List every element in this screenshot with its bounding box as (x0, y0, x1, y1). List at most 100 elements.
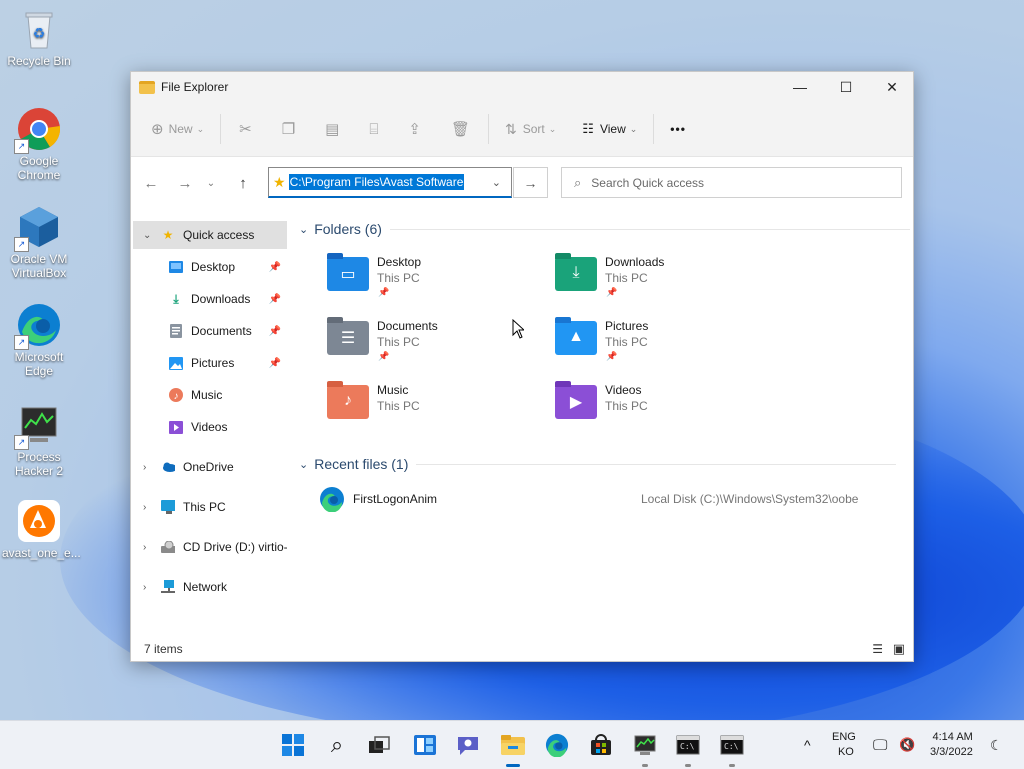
sidebar-item-this-pc[interactable]: › This PC (133, 493, 287, 521)
chevron-right-icon[interactable]: › (143, 542, 146, 553)
folder-tile-pictures[interactable]: ▲ Pictures This PC 📌 (547, 317, 767, 377)
search-input[interactable]: Search Quick access (591, 176, 704, 190)
recent-locations-button[interactable]: ⌄ (201, 178, 221, 189)
clock-time: 4:14 AM (932, 731, 973, 743)
file-explorer-window: File Explorer — ☐ ✕ ⊕ New ⌄ ✂ ❐ ▤ ⌸ ⇪ 🗑 … (130, 71, 914, 662)
sidebar-item-cd-drive[interactable]: › CD Drive (D:) virtio-win (133, 533, 287, 561)
taskbar-search-button[interactable]: ⌕ (321, 729, 353, 761)
pin-icon: 📌 (268, 357, 281, 369)
clipboard-icon: ▤ (325, 121, 340, 138)
desktop-icon-process-hacker[interactable]: ↗ Process Hacker 2 (2, 402, 76, 478)
input-method: KO (837, 746, 854, 758)
chat-button[interactable] (452, 729, 484, 761)
copy-button[interactable]: ❐ (282, 120, 295, 138)
volume-button[interactable]: 🔇 (899, 721, 915, 769)
details-view-icon[interactable]: ☰ (872, 642, 883, 656)
task-view-button[interactable] (363, 729, 395, 761)
widgets-button[interactable] (409, 729, 441, 761)
delete-button[interactable]: 🗑 (451, 120, 470, 138)
language-indicator[interactable]: ENG KO (832, 721, 856, 769)
sidebar-item-label: This PC (183, 500, 226, 514)
forward-button[interactable]: → (169, 175, 201, 192)
close-button[interactable]: ✕ (869, 72, 915, 102)
address-bar[interactable]: ★ C:\Program Files\Avast Software ⌄ (268, 167, 512, 198)
maximize-button[interactable]: ☐ (823, 72, 869, 102)
chevron-down-icon[interactable]: ⌄ (143, 230, 151, 241)
sort-button[interactable]: ⇅ Sort ⌄ (505, 121, 556, 138)
cut-button[interactable]: ✂ (239, 120, 252, 138)
recycle-bin-icon: ♻ (16, 6, 62, 52)
chevron-down-icon[interactable]: ⌄ (492, 176, 501, 189)
folder-location: This PC (605, 399, 648, 413)
sidebar-item-desktop[interactable]: Desktop 📌 (133, 253, 287, 281)
chevron-right-icon[interactable]: › (143, 582, 146, 593)
desktop-icon-virtualbox[interactable]: ↗ Oracle VM VirtualBox (2, 204, 76, 280)
download-icon: ⤓ (173, 291, 179, 306)
taskbar-edge[interactable] (541, 729, 573, 761)
network-status-button[interactable]: 🖵 (873, 721, 887, 769)
sidebar-item-videos[interactable]: Videos (133, 413, 287, 441)
new-button[interactable]: ⊕ New ⌄ (151, 120, 204, 138)
paste-button[interactable]: ▤ (325, 120, 339, 138)
tiles-view-icon[interactable]: ▣ (893, 641, 905, 657)
folder-location: This PC (377, 399, 420, 413)
folder-tile-downloads[interactable]: ⤓ Downloads This PC 📌 (547, 253, 767, 313)
desktop-icon-recycle-bin[interactable]: ♻ Recycle Bin (2, 6, 76, 68)
desktop-icon-edge[interactable]: ↗ Microsoft Edge (2, 302, 76, 378)
sidebar-item-network[interactable]: › Network (133, 573, 287, 601)
sort-icon: ⇅ (505, 120, 517, 137)
close-icon: ✕ (886, 78, 898, 95)
search-icon: ⌕ (330, 732, 344, 757)
taskbar-process-hacker[interactable] (629, 729, 661, 767)
chevron-right-icon[interactable]: › (143, 502, 146, 513)
sidebar-item-onedrive[interactable]: › OneDrive (133, 453, 287, 481)
clock[interactable]: 4:14 AM 3/3/2022 (930, 721, 973, 769)
sidebar-item-music[interactable]: ♪ Music (133, 381, 287, 409)
up-button[interactable]: ↑ (227, 175, 259, 192)
downloads-folder-icon: ⤓ (555, 253, 597, 291)
recent-file-row[interactable]: FirstLogonAnim Local Disk (C:)\Windows\S… (319, 485, 909, 513)
minimize-button[interactable]: — (777, 72, 823, 102)
taskbar-terminal-1[interactable]: C:\ (672, 729, 704, 767)
folder-tile-documents[interactable]: ☰ Documents This PC 📌 (319, 317, 539, 377)
notifications-button[interactable]: ☾ (990, 721, 1003, 769)
taskbar-file-explorer[interactable] (497, 729, 529, 767)
search-box[interactable]: ⌕ Search Quick access (561, 167, 902, 198)
folder-tile-music[interactable]: ♪ Music This PC (319, 381, 539, 441)
folder-tile-desktop[interactable]: ▭ Desktop This PC 📌 (319, 253, 539, 313)
folders-section-header[interactable]: ⌄ Folders (6) (299, 221, 910, 237)
sidebar-item-label: Quick access (183, 228, 255, 242)
address-input[interactable]: C:\Program Files\Avast Software (288, 174, 465, 190)
desktop-folder-icon: ▭ (327, 253, 369, 291)
chevron-down-icon: ⌄ (548, 123, 557, 134)
arrow-left-icon: ← (143, 174, 159, 192)
sidebar-item-documents[interactable]: Documents 📌 (133, 317, 287, 345)
plus-circle-icon: ⊕ (151, 121, 164, 138)
more-options-button[interactable]: ••• (670, 122, 686, 136)
folder-tile-videos[interactable]: ▶ Videos This PC (547, 381, 767, 441)
clock-date: 3/3/2022 (930, 746, 973, 758)
go-button[interactable]: → (513, 167, 548, 198)
view-button[interactable]: ☷ View ⌄ (582, 121, 637, 137)
sidebar-item-quick-access[interactable]: ⌄ ★ Quick access (133, 221, 287, 249)
toolbar-divider (488, 114, 489, 144)
desktop-icon-chrome[interactable]: ↗ Google Chrome (2, 106, 76, 182)
share-button[interactable]: ⇪ (408, 120, 421, 138)
recent-section-header[interactable]: ⌄ Recent files (1) (299, 456, 897, 472)
copy-icon: ❐ (281, 121, 296, 138)
taskbar-terminal-2[interactable]: C:\ (716, 729, 748, 767)
show-hidden-icons-button[interactable]: ^ (804, 721, 811, 769)
start-button[interactable] (277, 729, 309, 761)
taskbar-store[interactable] (585, 729, 617, 761)
chevron-right-icon[interactable]: › (143, 462, 146, 473)
back-button[interactable]: ← (135, 175, 167, 192)
documents-folder-icon: ☰ (327, 317, 369, 355)
desktop-icon-avast[interactable]: avast_one_e... (2, 498, 81, 560)
sidebar-item-label: Network (183, 580, 228, 594)
rename-button[interactable]: ⌸ (369, 121, 378, 138)
desktop-icon-label: Process Hacker 2 (14, 450, 64, 478)
section-title: Folders (6) (314, 221, 382, 237)
sidebar-item-pictures[interactable]: Pictures 📌 (133, 349, 287, 377)
sidebar-item-downloads[interactable]: ⤓ Downloads 📌 (133, 285, 287, 313)
folder-name: Downloads (605, 255, 665, 269)
